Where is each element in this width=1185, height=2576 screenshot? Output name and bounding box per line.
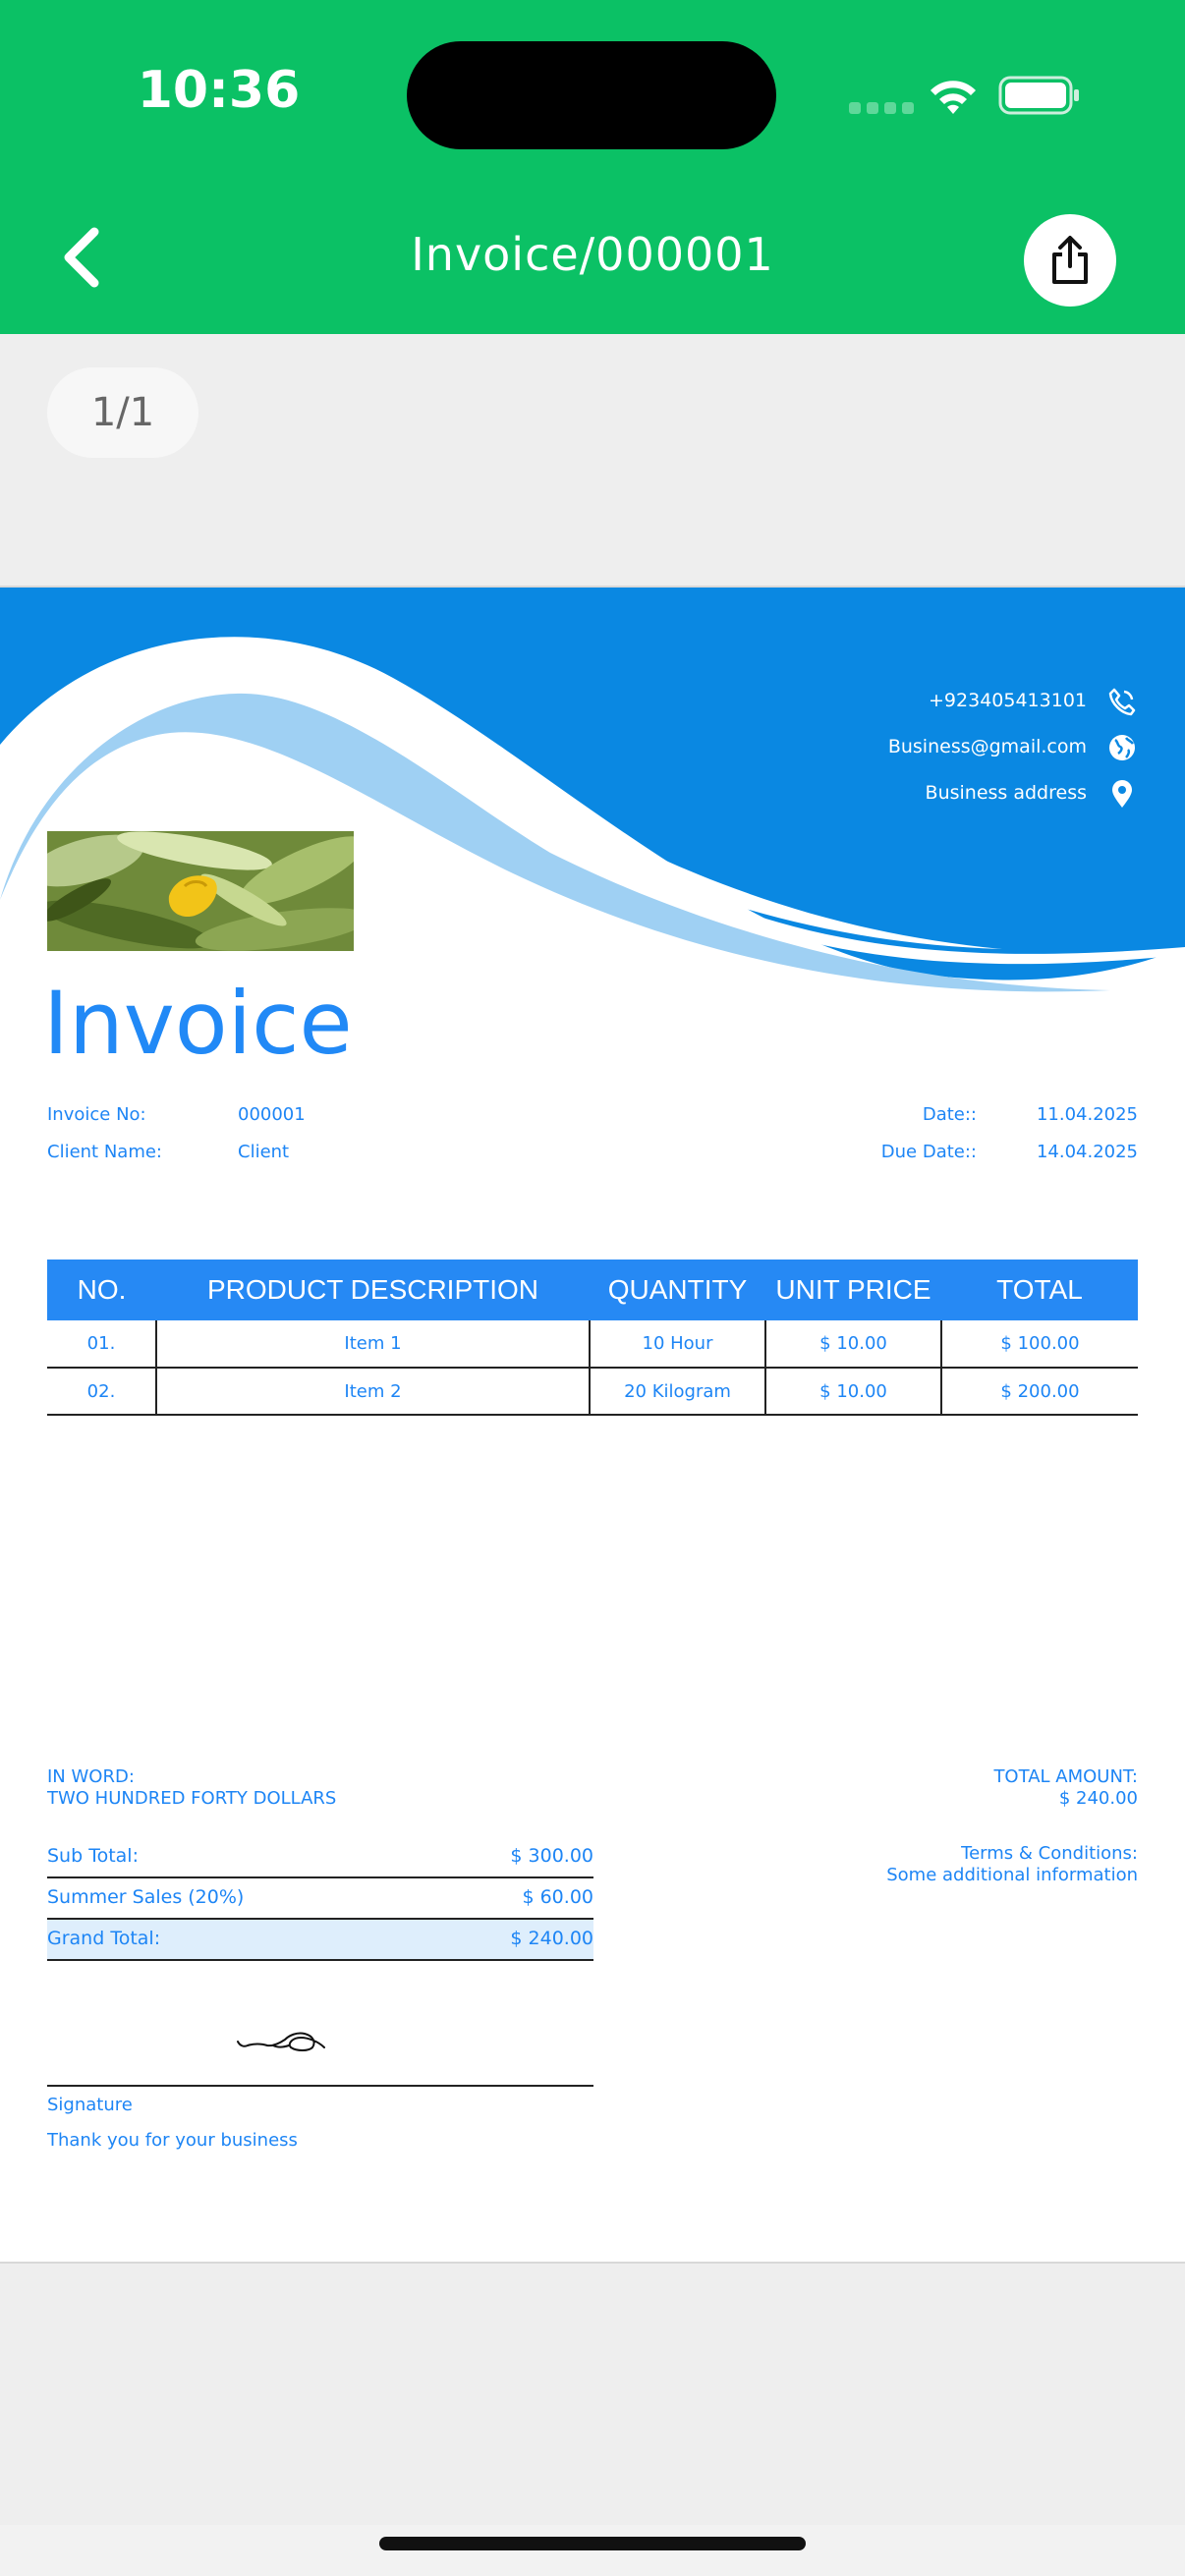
back-button[interactable] xyxy=(55,222,114,293)
globe-icon xyxy=(1109,735,1135,760)
app-header: 10:36 Invoice/000001 xyxy=(0,0,1185,334)
phone-icon xyxy=(1108,688,1136,716)
column-header: QUANTITY xyxy=(590,1260,765,1320)
discount-value: $ 60.00 xyxy=(522,1886,593,1908)
table-cell: $ 100.00 xyxy=(940,1320,1138,1369)
thank-you-note: Thank you for your business xyxy=(47,2130,298,2151)
grand-total-label: Grand Total: xyxy=(47,1928,161,1949)
invoice-no-value: 000001 xyxy=(238,1104,306,1125)
business-logo-image xyxy=(47,831,354,951)
contact-email: Business@gmail.com xyxy=(887,736,1087,757)
column-header: PRODUCT DESCRIPTION xyxy=(156,1260,590,1320)
column-header: TOTAL xyxy=(941,1260,1138,1320)
table-row: 02. Item 2 20 Kilogram $ 10.00 $ 200.00 xyxy=(47,1368,1138,1416)
table-cell: 10 Hour xyxy=(589,1320,765,1369)
invoice-heading: Invoice xyxy=(43,973,353,1074)
in-word-value: TWO HUNDRED FORTY DOLLARS xyxy=(47,1788,337,1809)
dynamic-island xyxy=(407,41,776,149)
table-cell: 02. xyxy=(47,1368,156,1416)
table-cell: 20 Kilogram xyxy=(589,1368,765,1416)
subtotal-label: Sub Total: xyxy=(47,1845,139,1867)
share-icon xyxy=(1052,236,1088,284)
due-date-label: Due Date:: xyxy=(880,1142,977,1162)
cellular-signal-icon xyxy=(849,102,914,114)
back-chevron-icon xyxy=(64,227,99,288)
invoice-preview-screen: 10:36 Invoice/000001 1/1 +923405413101 B… xyxy=(0,0,1185,2576)
due-date-value: 14.04.2025 xyxy=(1036,1142,1138,1162)
total-amount-label: TOTAL AMOUNT: xyxy=(993,1766,1138,1787)
grand-total-row: Grand Total: $ 240.00 xyxy=(47,1920,593,1961)
table-cell: 01. xyxy=(47,1320,156,1369)
terms-label: Terms & Conditions: xyxy=(961,1843,1138,1864)
line-items-table: NO. PRODUCT DESCRIPTION QUANTITY UNIT PR… xyxy=(47,1260,1138,1416)
total-amount-value: $ 240.00 xyxy=(1058,1788,1138,1809)
invoice-no-label: Invoice No: xyxy=(47,1104,146,1125)
discount-label: Summer Sales (20%) xyxy=(47,1886,245,1908)
terms-text: Some additional information xyxy=(886,1865,1138,1885)
table-cell: $ 200.00 xyxy=(940,1368,1138,1416)
column-header: NO. xyxy=(47,1260,156,1320)
share-button[interactable] xyxy=(1024,214,1116,307)
table-row: 01. Item 1 10 Hour $ 10.00 $ 100.00 xyxy=(47,1320,1138,1369)
page-title: Invoice/000001 xyxy=(411,228,774,281)
contact-address: Business address xyxy=(925,782,1087,804)
invoice-document[interactable]: +923405413101 Business@gmail.com Busines… xyxy=(0,586,1185,2264)
client-name-value: Client xyxy=(238,1142,290,1162)
grand-total-value: $ 240.00 xyxy=(510,1928,593,1949)
page-indicator: 1/1 xyxy=(47,367,198,458)
table-header-row: NO. PRODUCT DESCRIPTION QUANTITY UNIT PR… xyxy=(47,1260,1138,1320)
location-pin-icon xyxy=(1112,780,1132,808)
client-name-label: Client Name: xyxy=(47,1142,162,1162)
discount-row: Summer Sales (20%) $ 60.00 xyxy=(47,1878,593,1920)
signature-line xyxy=(47,2085,593,2087)
date-value: 11.04.2025 xyxy=(1036,1104,1138,1125)
column-header: UNIT PRICE xyxy=(765,1260,941,1320)
in-word-label: IN WORD: xyxy=(47,1766,135,1787)
date-label: Date:: xyxy=(922,1104,977,1125)
contact-phone: +923405413101 xyxy=(929,690,1087,711)
table-cell: Item 2 xyxy=(155,1368,590,1416)
signature-scribble xyxy=(237,2032,325,2051)
status-time: 10:36 xyxy=(137,61,301,120)
wifi-icon xyxy=(931,81,976,114)
signature-label: Signature xyxy=(47,2095,133,2115)
bottom-safe-area xyxy=(0,2525,1185,2576)
subtotal-row: Sub Total: $ 300.00 xyxy=(47,1837,593,1878)
table-cell: $ 10.00 xyxy=(764,1320,941,1369)
table-cell: Item 1 xyxy=(155,1320,590,1369)
subtotal-value: $ 300.00 xyxy=(510,1845,593,1867)
battery-icon xyxy=(998,76,1079,115)
table-cell: $ 10.00 xyxy=(764,1368,941,1416)
home-indicator[interactable] xyxy=(379,2537,806,2550)
